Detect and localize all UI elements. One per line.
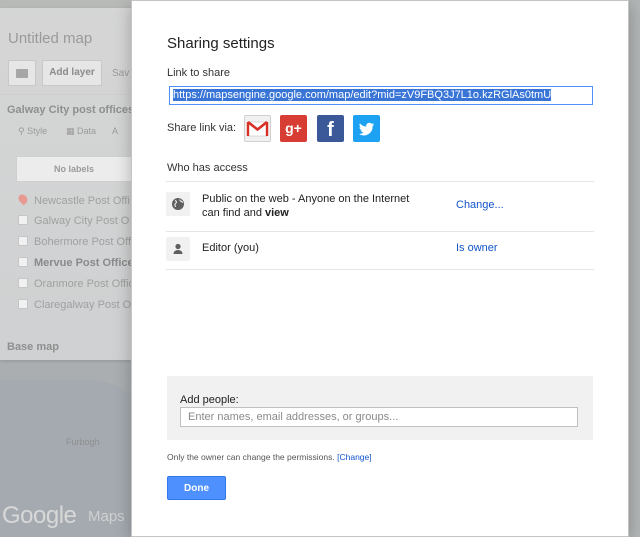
base-map-label[interactable]: Base map <box>7 341 59 353</box>
divider <box>0 94 132 95</box>
list-item[interactable]: Claregalway Post O <box>18 299 131 313</box>
share-via-label: Share link via: <box>167 122 237 134</box>
list-item[interactable]: Mervue Post Office <box>18 257 134 271</box>
checkbox[interactable] <box>18 278 28 288</box>
globe-icon <box>166 192 190 216</box>
change-permissions-link[interactable]: [Change] <box>337 452 372 462</box>
is-owner-link[interactable]: Is owner <box>456 242 498 254</box>
share-link-field[interactable]: https://mapsengine.google.com/map/edit?m… <box>169 86 593 105</box>
checkbox[interactable] <box>18 215 28 225</box>
add-people-label: Add people: <box>180 394 239 406</box>
save-status: Sav <box>112 68 130 79</box>
you-label: (you) <box>233 242 259 254</box>
access-row-public: Public on the web - Anyone on the Intern… <box>166 181 594 231</box>
gmail-icon[interactable] <box>244 115 271 142</box>
link-label: Link to share <box>167 67 230 79</box>
done-button[interactable]: Done <box>167 476 226 500</box>
map-place-label: Furbogh <box>66 437 100 447</box>
list-item[interactable]: Oranmore Post Offic <box>18 278 134 292</box>
change-access-link[interactable]: Change... <box>456 199 504 211</box>
checkbox[interactable] <box>18 257 28 267</box>
folder-icon <box>16 69 28 78</box>
divider <box>0 326 132 327</box>
checkbox[interactable] <box>18 236 28 246</box>
facebook-icon[interactable]: f <box>317 115 344 142</box>
sharing-settings-dialog: Sharing settings Link to share https://m… <box>131 0 629 537</box>
share-url: https://mapsengine.google.com/map/edit?m… <box>173 89 552 101</box>
twitter-icon[interactable] <box>353 115 380 142</box>
data-tab[interactable]: ▦ Data <box>66 126 96 137</box>
style-tab[interactable]: ⚲ Style <box>18 126 47 137</box>
access-row-editor: Editor (you) Is owner <box>166 231 594 269</box>
list-item[interactable]: Newcastle Post Offi <box>16 192 130 208</box>
pin-icon: ⚲ <box>18 126 25 136</box>
add-people-input[interactable] <box>180 407 578 427</box>
maps-label: Maps <box>88 508 125 525</box>
list-item[interactable]: Bohermore Post Offi <box>18 236 133 250</box>
permissions-note: Only the owner can change the permission… <box>167 452 372 462</box>
no-labels-button[interactable]: No labels <box>16 156 132 182</box>
layers-panel: Untitled map Add layer Sav Galway City p… <box>0 8 134 360</box>
person-icon <box>166 237 190 261</box>
google-plus-icon[interactable]: g+ <box>280 115 307 142</box>
add-people-section: Add people: <box>167 376 593 440</box>
layer-title[interactable]: Galway City post offices <box>7 104 134 116</box>
dialog-title: Sharing settings <box>167 35 275 52</box>
who-has-access-label: Who has access <box>167 162 248 174</box>
pin-icon <box>16 192 30 206</box>
google-logo: Google <box>2 502 77 529</box>
folder-button[interactable] <box>8 60 36 86</box>
map-title[interactable]: Untitled map <box>8 30 92 47</box>
table-icon: ▦ <box>66 126 75 136</box>
divider <box>166 269 594 270</box>
view-permission: view <box>265 207 289 219</box>
add-layer-button[interactable]: Add layer <box>42 60 102 86</box>
access-description: Public on the web - Anyone on the Intern… <box>202 193 410 219</box>
checkbox[interactable] <box>18 299 28 309</box>
editor-label: Editor (you) <box>202 242 259 254</box>
list-item[interactable]: Galway City Post O <box>18 215 129 229</box>
labels-tab[interactable]: A <box>112 126 118 136</box>
